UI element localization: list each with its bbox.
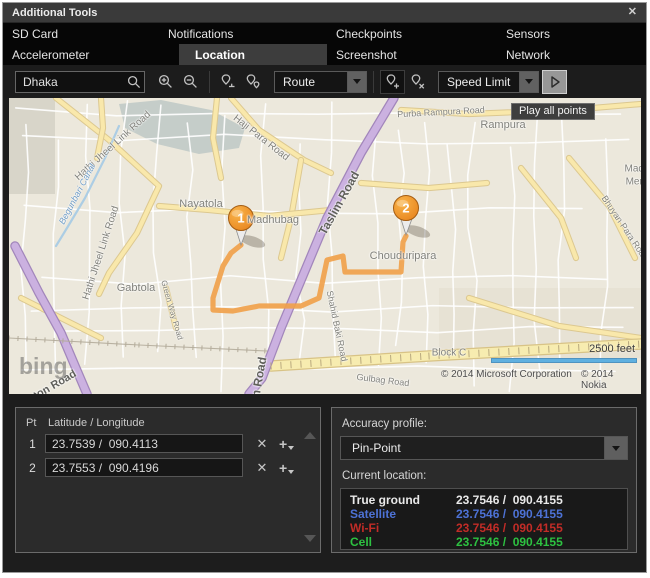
accuracy-profile-value[interactable]: Pin-Point [340, 436, 605, 460]
current-location-row: Satellite 23.7546 / 090.4155 [350, 507, 563, 521]
accuracy-profile-arrow[interactable] [605, 436, 628, 460]
current-location-row: Wi-Fi 23.7546 / 090.4155 [350, 521, 563, 535]
accuracy-profile-combo: Pin-Point [340, 436, 628, 460]
chevron-down-icon [525, 79, 533, 84]
play-icon [550, 75, 560, 88]
center-pins-icon [246, 74, 260, 89]
close-icon[interactable]: ✕ [628, 7, 637, 18]
current-location-row: Cell 23.7546 / 090.4155 [350, 535, 563, 549]
tab-network[interactable]: Network [497, 44, 646, 65]
accuracy-panel: Accuracy profile: Pin-Point Current loca… [331, 407, 637, 553]
speed-limit-combo: Speed Limit [438, 70, 539, 93]
title-bar: Additional Tools ✕ [3, 3, 646, 23]
point-number: 2 [29, 460, 36, 475]
chevron-down-icon [612, 445, 620, 451]
copyright-nokia: © 2014 Nokia [581, 369, 614, 391]
point-latlng-input[interactable] [45, 434, 243, 453]
clear-pins-icon [411, 74, 425, 89]
table-row: 1 ✕ + [26, 434, 314, 453]
scroll-down-icon[interactable] [304, 535, 316, 542]
chevron-down-icon [353, 79, 361, 84]
tab-notifications[interactable]: Notifications [159, 23, 327, 44]
route-mode-arrow[interactable] [348, 70, 367, 93]
delete-point-icon[interactable]: ✕ [255, 436, 269, 452]
current-location-label: Current location: [342, 470, 427, 482]
tab-checkpoints[interactable]: Checkpoints [327, 23, 497, 44]
toolbar-divider [209, 70, 210, 93]
col-pt: Pt [26, 417, 37, 429]
search-input[interactable] [15, 70, 145, 93]
route-mode-combo: Route [274, 70, 367, 93]
map-canvas: 12 [9, 98, 641, 394]
search-box [15, 70, 145, 93]
points-scrollbar[interactable] [301, 424, 317, 544]
add-point-icon[interactable]: + [279, 461, 295, 475]
speed-limit-arrow[interactable] [520, 70, 539, 93]
tab-accelerometer[interactable]: Accelerometer [3, 44, 159, 65]
tab-screenshot[interactable]: Screenshot [327, 44, 497, 65]
points-table-header: Pt Latitude / Longitude [26, 417, 320, 429]
add-pin-button[interactable] [380, 69, 405, 94]
route-path [210, 233, 409, 314]
bing-logo: bing [19, 353, 68, 379]
delete-point-icon[interactable]: ✕ [255, 460, 269, 476]
zoom-in-button[interactable] [153, 70, 178, 94]
chevron-down-icon [288, 469, 295, 474]
table-row: 2 ✕ + [26, 458, 314, 477]
clear-pins-button[interactable] [405, 70, 430, 94]
tab-sd-card[interactable]: SD Card [3, 23, 159, 44]
play-all-points-button[interactable] [542, 69, 567, 94]
current-location-row: True ground 23.7546 / 090.4155 [350, 493, 563, 507]
points-panel: Pt Latitude / Longitude 1 ✕ + 2 ✕ + [15, 407, 321, 553]
col-latlng: Latitude / Longitude [48, 417, 145, 429]
search-icon [127, 75, 141, 88]
map-scale-text: 2500 feet [589, 343, 635, 355]
center-on-pins-button[interactable] [241, 70, 266, 94]
marker-number: 2 [402, 201, 409, 216]
window-title: Additional Tools [12, 6, 98, 19]
chevron-down-icon [288, 445, 295, 450]
marker-number: 1 [237, 211, 244, 226]
add-pin-icon [386, 74, 399, 89]
toolbar-divider [373, 70, 374, 93]
point-latlng-input[interactable] [45, 458, 243, 477]
accuracy-profile-label: Accuracy profile: [342, 418, 428, 430]
zoom-out-icon [183, 74, 197, 88]
point-number: 1 [29, 436, 36, 451]
bottom-section: Pt Latitude / Longitude 1 ✕ + 2 ✕ + Accu… [3, 394, 646, 553]
scroll-up-icon[interactable] [304, 432, 316, 439]
speed-limit-value[interactable]: Speed Limit [438, 70, 520, 93]
fit-pins-icon [221, 74, 235, 88]
map[interactable]: 12 Hathi Jheel Link Road Hathi Jheel Link… [9, 98, 641, 394]
additional-tools-window: Additional Tools ✕ SD Card Notifications… [2, 2, 647, 573]
add-point-icon[interactable]: + [279, 437, 295, 451]
current-location-box: True ground 23.7546 / 090.4155 Satellite… [340, 488, 628, 550]
play-all-points-tooltip: Play all points [511, 103, 595, 120]
copyright-microsoft: © 2014 Microsoft Corporation [441, 369, 572, 380]
route-mode-value[interactable]: Route [274, 70, 348, 93]
map-scale-bar [491, 358, 637, 363]
zoom-in-icon [158, 74, 172, 88]
tab-strip: SD Card Notifications Checkpoints Sensor… [3, 23, 646, 65]
fit-all-pins-button[interactable] [216, 70, 241, 94]
tab-sensors[interactable]: Sensors [497, 23, 646, 44]
tab-location-active[interactable]: Location [179, 44, 327, 65]
map-toolbar: Route Speed Limit [3, 65, 646, 98]
zoom-out-button[interactable] [178, 70, 203, 94]
